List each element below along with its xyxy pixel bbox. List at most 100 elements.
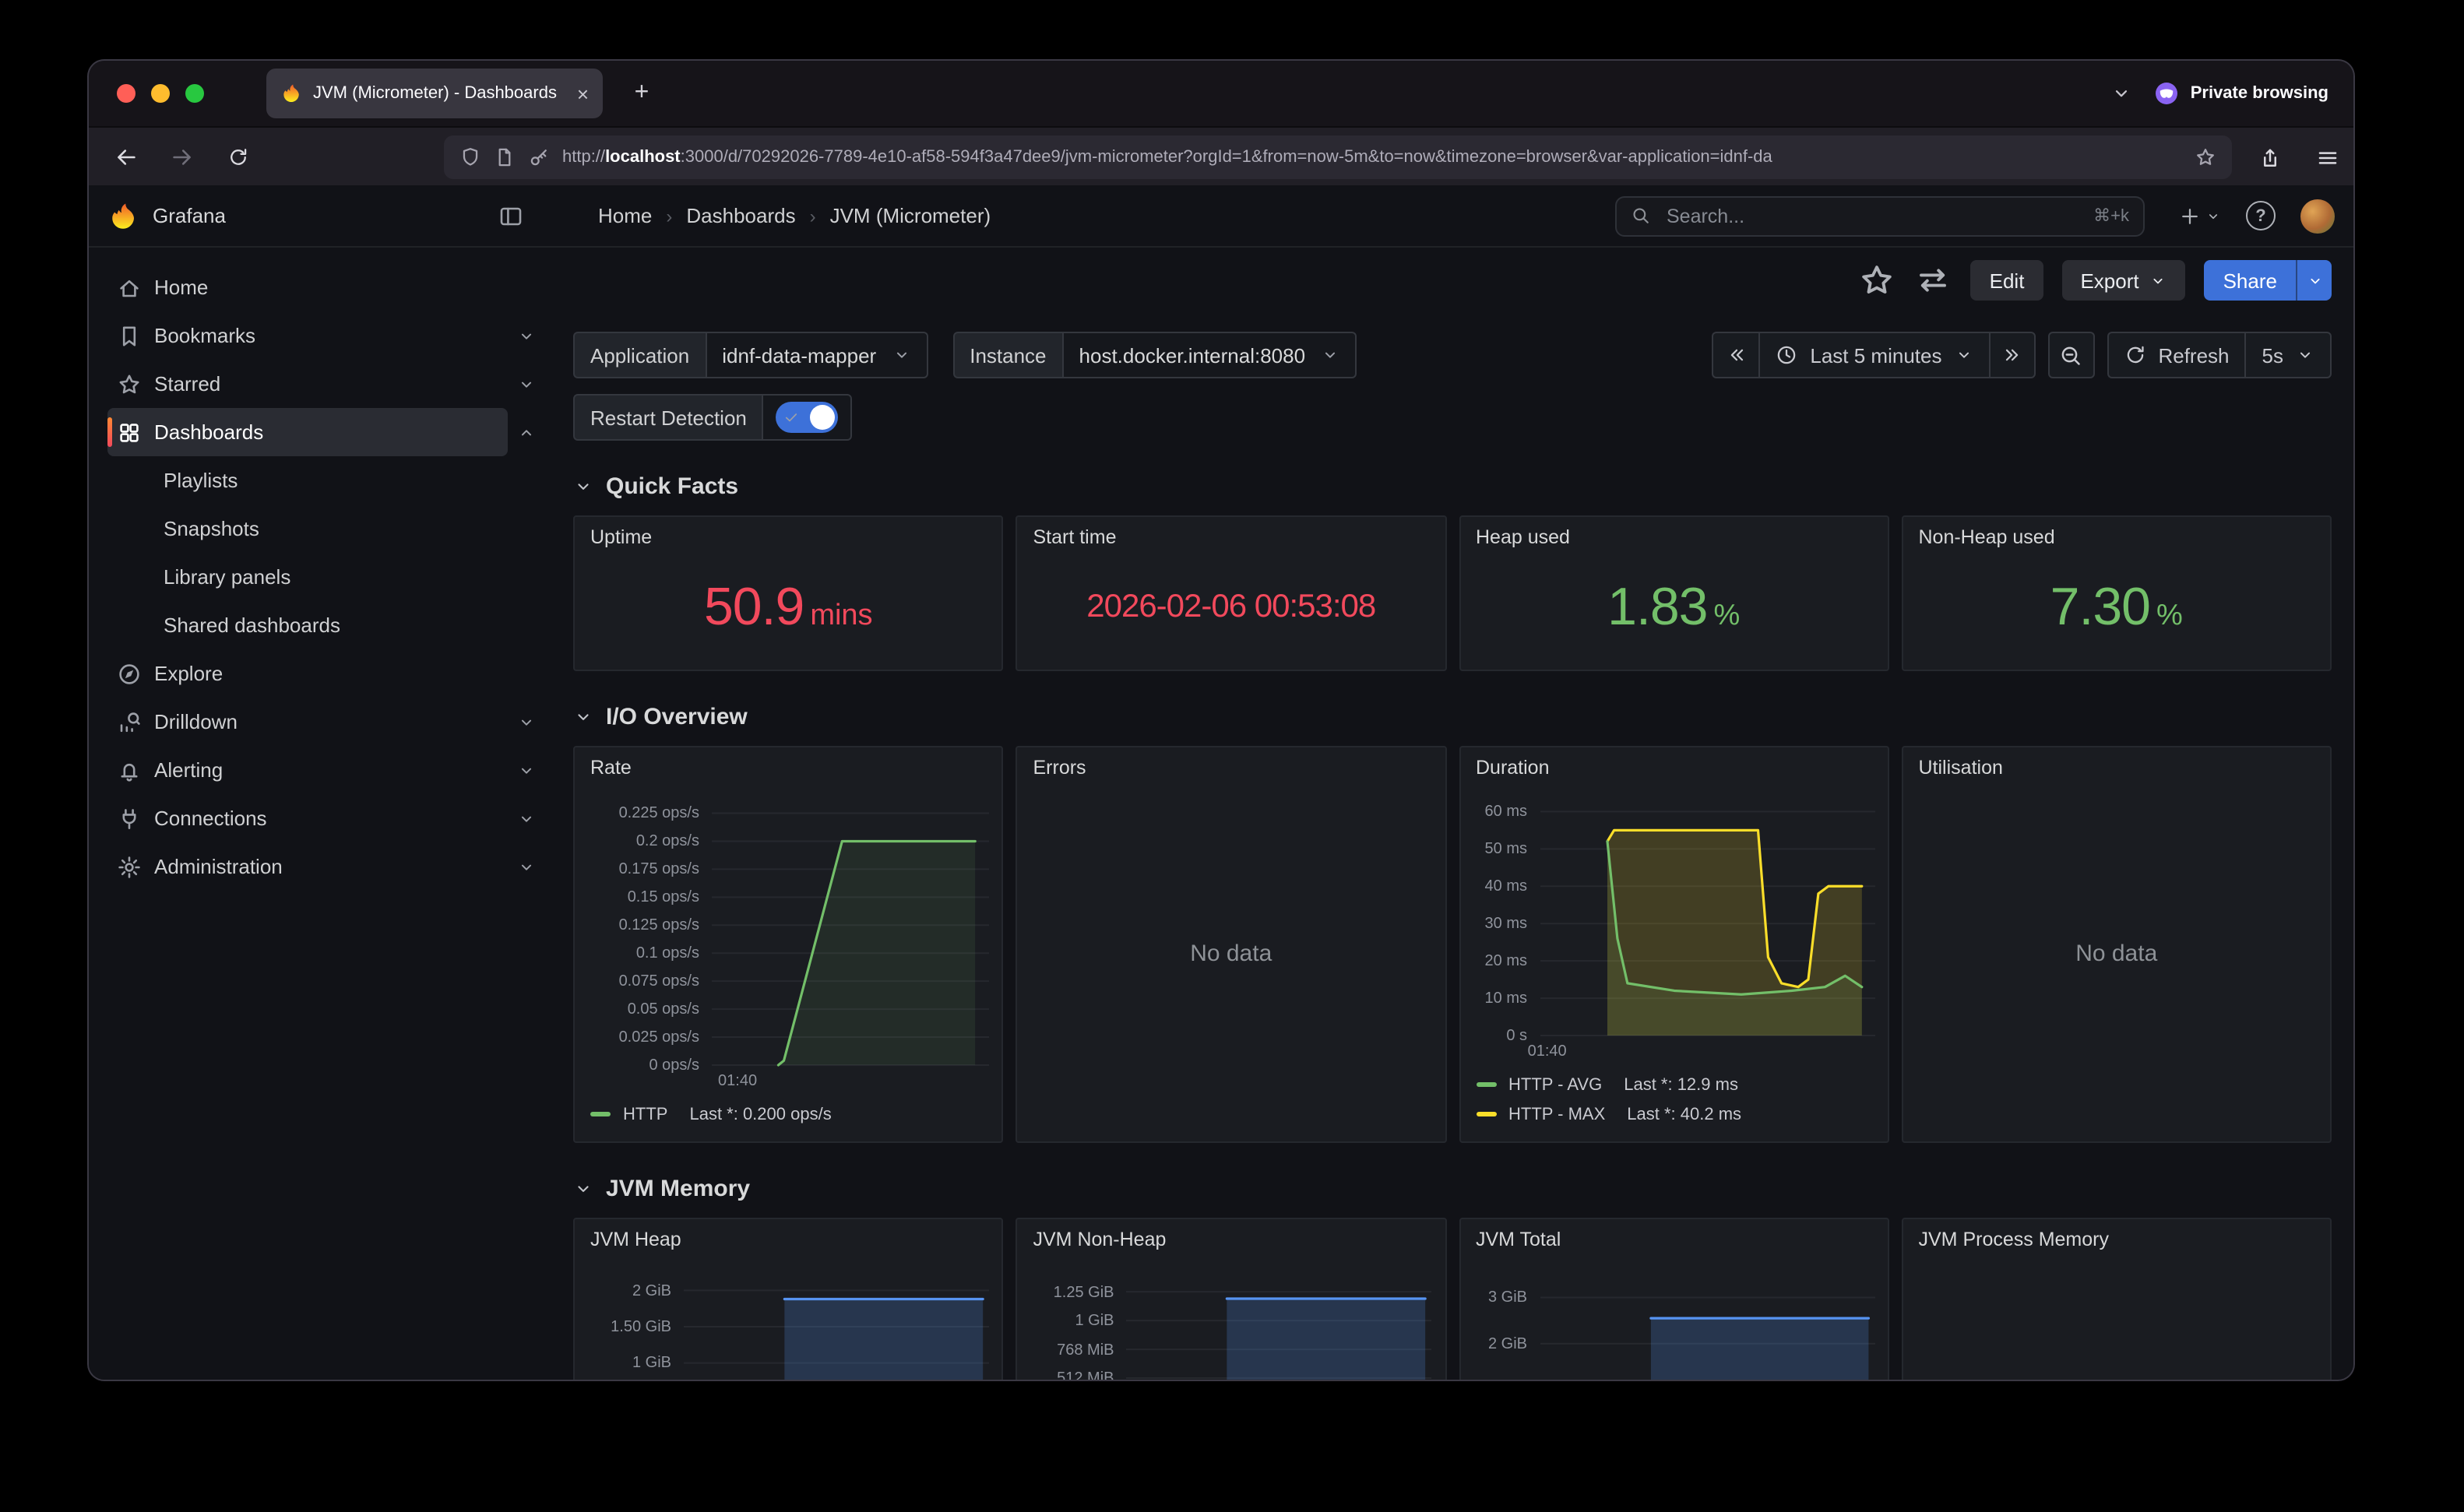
chevron-down-icon[interactable] <box>517 712 536 731</box>
sidebar-item-link[interactable]: Home <box>107 263 536 311</box>
time-shift-back-button[interactable] <box>1712 332 1758 378</box>
favorite-star-icon[interactable] <box>1859 262 1896 299</box>
tab-close-icon[interactable]: × <box>577 83 589 104</box>
export-button[interactable]: Export <box>2061 260 2185 301</box>
undock-menu-icon[interactable] <box>498 203 523 228</box>
instance-select[interactable]: host.docker.internal:8080 <box>1062 332 1357 378</box>
sidebar-item-link[interactable]: Playlists <box>107 456 536 505</box>
section-chevron-icon[interactable] <box>573 706 593 726</box>
sidebar-item-link[interactable]: Shared dashboards <box>107 601 536 649</box>
sidebar-item-link[interactable]: Connections <box>107 794 508 842</box>
sidebar-item-administration[interactable]: Administration <box>107 842 536 891</box>
legend-item[interactable]: HTTP - AVGLast *: 12.9 ms <box>1476 1070 1872 1099</box>
sidebar-item-playlists[interactable]: Playlists <box>107 456 536 505</box>
share-options-chevron[interactable] <box>2296 260 2332 301</box>
sidebar-item-shared-dashboards[interactable]: Shared dashboards <box>107 601 536 649</box>
add-new-button[interactable] <box>2179 205 2221 227</box>
key-icon[interactable] <box>528 146 550 168</box>
panel-title[interactable]: Errors <box>1018 747 1445 788</box>
refresh-button[interactable]: Refresh <box>2107 332 2244 378</box>
reload-button[interactable] <box>220 139 257 176</box>
legend-item[interactable]: HTTPLast *: 0.200 ops/s <box>590 1099 987 1129</box>
sidebar-item-link[interactable]: Explore <box>107 649 536 698</box>
section-io-overview[interactable]: I/O Overview <box>573 690 2332 743</box>
compare-arrows-icon[interactable] <box>1915 262 1952 299</box>
sidebar-item-link[interactable]: Starred <box>107 360 508 408</box>
edit-button[interactable]: Edit <box>1971 260 2043 301</box>
sidebar-item-dashboards[interactable]: Dashboards <box>107 408 536 456</box>
sidebar-item-bookmarks[interactable]: Bookmarks <box>107 311 536 360</box>
section-jvm-memory[interactable]: JVM Memory <box>573 1162 2332 1215</box>
sidebar-item-link[interactable]: Library panels <box>107 553 536 601</box>
panel-title[interactable]: Heap used <box>1460 517 1888 557</box>
section-quick-facts[interactable]: Quick Facts <box>573 459 2332 512</box>
bookmark-star-icon[interactable] <box>2195 146 2216 168</box>
tab-list-chevron-icon[interactable] <box>2111 83 2133 104</box>
app-menu-button[interactable] <box>2308 139 2346 176</box>
sidebar-item-connections[interactable]: Connections <box>107 794 536 842</box>
restart-detection-toggle[interactable] <box>776 402 839 433</box>
browser-tab[interactable]: JVM (Micrometer) - Dashboards × <box>266 69 603 118</box>
forward-button[interactable] <box>164 139 201 176</box>
panel-title[interactable]: Uptime <box>575 517 1002 557</box>
zoom-window-button[interactable] <box>185 84 204 103</box>
panel-title[interactable]: Rate <box>575 747 1002 788</box>
section-chevron-icon[interactable] <box>573 476 593 496</box>
section-chevron-icon[interactable] <box>573 1178 593 1198</box>
avatar[interactable] <box>2300 199 2335 233</box>
sidebar-item-link[interactable]: Snapshots <box>107 505 536 553</box>
grafana-logo-icon[interactable] <box>107 200 139 231</box>
tracking-shield-icon[interactable] <box>459 146 481 168</box>
help-button[interactable]: ? <box>2246 201 2276 230</box>
legend-series-value: Last *: 12.9 ms <box>1624 1075 1738 1094</box>
back-button[interactable] <box>107 139 145 176</box>
sidebar-item-link[interactable]: Dashboards <box>107 408 508 456</box>
zoom-out-button[interactable] <box>2047 332 2094 378</box>
chevron-down-icon[interactable] <box>517 809 536 828</box>
panel-title[interactable]: Start time <box>1018 517 1445 557</box>
panel-title[interactable]: Non-Heap used <box>1903 517 2331 557</box>
breadcrumb-item-jvm-micrometer[interactable]: JVM (Micrometer) <box>830 204 991 227</box>
sidebar-item-link[interactable]: Drilldown <box>107 698 508 746</box>
panel-title[interactable]: JVM Heap <box>575 1219 1002 1260</box>
chevron-down-icon[interactable] <box>517 326 536 345</box>
sidebar-item-link[interactable]: Alerting <box>107 746 508 794</box>
stat-number: 50.9 <box>704 577 804 638</box>
legend-item[interactable]: HTTP - MAXLast *: 40.2 ms <box>1476 1099 1872 1129</box>
panel-title[interactable]: JVM Process Memory <box>1903 1219 2331 1260</box>
chevron-down-icon[interactable] <box>517 857 536 876</box>
url-bar[interactable]: http://localhost:3000/d/70292026-7789-4e… <box>444 135 2232 179</box>
share-button-label[interactable]: Share <box>2205 260 2296 301</box>
time-range-picker[interactable]: Last 5 minutes <box>1758 332 1988 378</box>
close-window-button[interactable] <box>117 84 136 103</box>
sidebar-item-link[interactable]: Bookmarks <box>107 311 508 360</box>
search-input[interactable] <box>1663 203 2081 228</box>
breadcrumb-item-dashboards[interactable]: Dashboards <box>686 204 795 227</box>
panel-title[interactable]: Utilisation <box>1903 747 2331 788</box>
time-shift-forward-button[interactable] <box>1988 332 2035 378</box>
search-box[interactable]: ⌘+k <box>1615 195 2145 236</box>
share-button[interactable]: Share <box>2205 260 2332 301</box>
panel-title[interactable]: JVM Non-Heap <box>1018 1219 1445 1260</box>
panel-title[interactable]: Duration <box>1460 747 1888 788</box>
refresh-interval-select[interactable]: 5s <box>2245 332 2332 378</box>
chevron-down-icon[interactable] <box>517 374 536 393</box>
minimize-window-button[interactable] <box>151 84 170 103</box>
sidebar-item-snapshots[interactable]: Snapshots <box>107 505 536 553</box>
share-page-button[interactable] <box>2251 139 2288 176</box>
panel-title[interactable]: JVM Total <box>1460 1219 1888 1260</box>
application-select[interactable]: idnf-data-mapper <box>705 332 928 378</box>
sidebar-item-alerting[interactable]: Alerting <box>107 746 536 794</box>
sidebar-item-explore[interactable]: Explore <box>107 649 536 698</box>
chevron-up-icon[interactable] <box>517 423 536 441</box>
sidebar-item-link[interactable]: Administration <box>107 842 508 891</box>
breadcrumb-item-home[interactable]: Home <box>598 204 652 227</box>
sidebar-item-drilldown[interactable]: Drilldown <box>107 698 536 746</box>
sidebar-item-library-panels[interactable]: Library panels <box>107 553 536 601</box>
variables-row: Application idnf-data-mapper Instance ho… <box>573 332 2332 378</box>
new-tab-button[interactable]: + <box>621 73 662 114</box>
page-info-icon[interactable] <box>494 146 516 168</box>
sidebar-item-starred[interactable]: Starred <box>107 360 536 408</box>
chevron-down-icon[interactable] <box>517 761 536 779</box>
sidebar-item-home[interactable]: Home <box>107 263 536 311</box>
